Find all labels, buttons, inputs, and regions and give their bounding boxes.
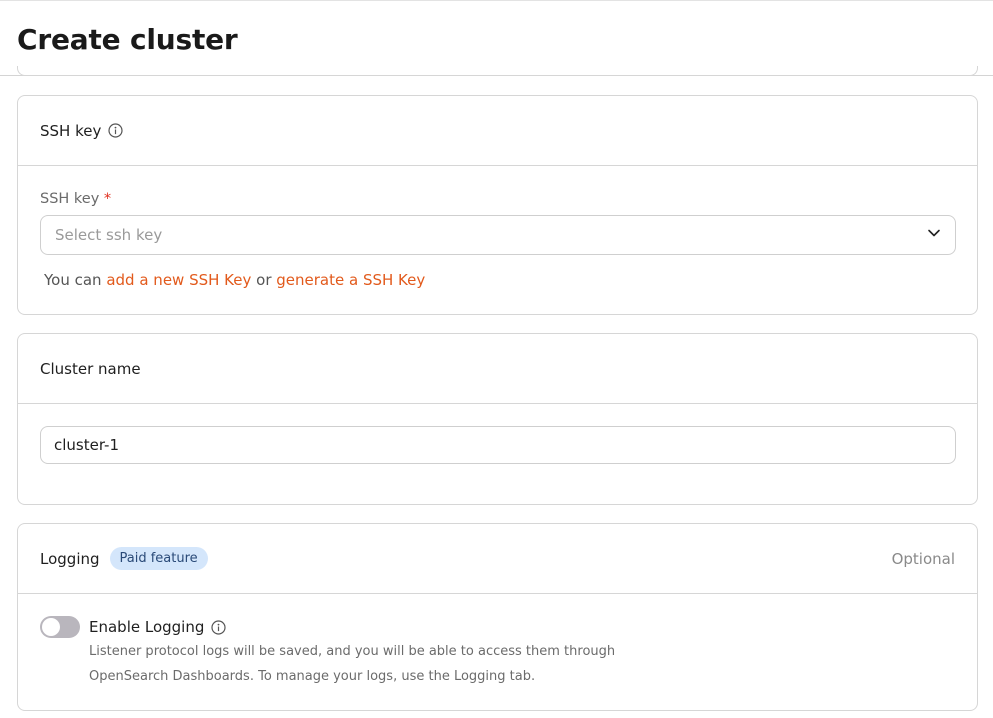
cluster-name-input[interactable]: cluster-1 bbox=[40, 426, 956, 464]
logging-description-line-1: Listener protocol logs will be saved, an… bbox=[89, 644, 616, 659]
generate-ssh-key-link[interactable]: generate a SSH Key bbox=[276, 271, 425, 289]
logging-description-line-2: OpenSearch Dashboards. To manage your lo… bbox=[89, 669, 536, 684]
cluster-name-card-title: Cluster name bbox=[40, 359, 141, 378]
ssh-key-select[interactable]: Select ssh key bbox=[40, 215, 956, 255]
toggle-knob bbox=[42, 618, 60, 636]
add-ssh-key-link[interactable]: add a new SSH Key bbox=[106, 271, 251, 289]
ssh-key-helper-text: You can add a new SSH Key or generate a … bbox=[44, 271, 426, 289]
cluster-name-card: Cluster name cluster-1 bbox=[17, 333, 978, 505]
required-mark: * bbox=[103, 191, 112, 207]
optional-label: Optional bbox=[891, 549, 955, 568]
logging-card-header: Logging Paid feature Optional bbox=[18, 524, 977, 594]
info-icon[interactable] bbox=[108, 123, 123, 138]
ssh-key-card: SSH key SSH key * Select ssh key You can… bbox=[17, 95, 978, 315]
ssh-key-card-title: SSH key bbox=[40, 121, 102, 140]
cluster-name-value: cluster-1 bbox=[54, 436, 120, 454]
paid-feature-badge: Paid feature bbox=[109, 547, 208, 570]
ssh-key-field-label: SSH key * bbox=[40, 191, 112, 207]
chevron-down-icon bbox=[927, 226, 941, 244]
ssh-key-card-header: SSH key bbox=[18, 96, 977, 166]
info-icon[interactable] bbox=[211, 619, 226, 635]
logging-card-title: Logging bbox=[40, 549, 100, 568]
ssh-key-select-placeholder: Select ssh key bbox=[55, 226, 163, 244]
page-title: Create cluster bbox=[17, 23, 238, 56]
cluster-name-card-header: Cluster name bbox=[18, 334, 977, 404]
enable-logging-label: Enable Logging bbox=[89, 618, 226, 636]
logging-card: Logging Paid feature Optional Enable Log… bbox=[17, 523, 978, 711]
logging-description: Listener protocol logs will be saved, an… bbox=[89, 639, 689, 689]
enable-logging-toggle[interactable] bbox=[40, 616, 80, 638]
page-header: Create cluster bbox=[0, 0, 993, 76]
previous-card-edge bbox=[17, 66, 978, 76]
